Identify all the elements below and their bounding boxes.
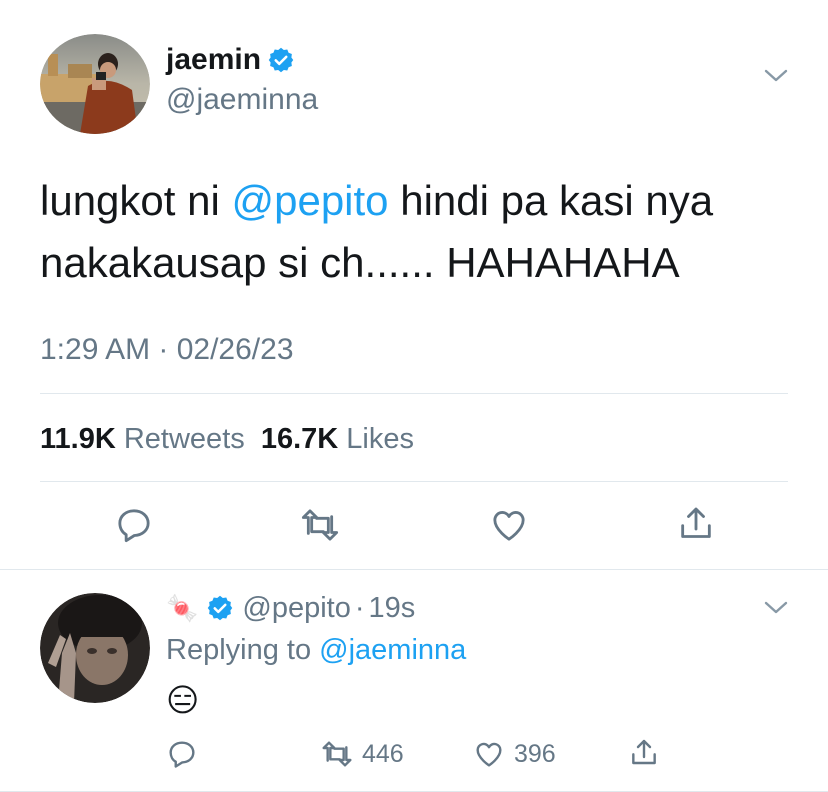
reply-time[interactable]: 19s [369, 592, 416, 625]
author-avatar[interactable] [40, 34, 150, 134]
reply-author-avatar[interactable] [40, 593, 150, 703]
tweet-stats: 11.9K Retweets 16.7K Likes [40, 421, 414, 457]
reply-body-emoji: 😑 [166, 682, 200, 718]
reply-retweet[interactable]: 446 [318, 738, 404, 770]
likes-count: 16.7K [260, 423, 339, 455]
verified-badge-icon [267, 46, 295, 74]
tweet-text-line-1: lungkot ni @pepito hindi pa kasi nya [40, 170, 800, 232]
reply-retweet-count: 446 [362, 739, 404, 768]
replying-to-label: Replying to [166, 634, 312, 666]
like-icon[interactable] [488, 505, 530, 545]
tweet-timestamp[interactable]: 1:29 AM · 02/26/23 [40, 332, 294, 368]
replying-to: Replying to @jaeminna [166, 632, 466, 668]
retweets-label: Retweets [123, 423, 245, 455]
reply-like-count: 396 [514, 739, 556, 768]
reply-menu-chevron-down-icon[interactable] [762, 598, 790, 618]
tweet-menu-chevron-down-icon[interactable] [762, 66, 790, 86]
share-icon[interactable] [676, 503, 716, 545]
mention-link[interactable]: @pepito [231, 177, 388, 224]
author-name[interactable]: jaemin [166, 42, 261, 78]
divider [40, 393, 788, 394]
divider [40, 481, 788, 482]
author-name-row: jaemin [166, 42, 295, 78]
like-icon [472, 738, 506, 770]
reply-like[interactable]: 396 [472, 738, 556, 770]
reply-separator: · [354, 591, 365, 624]
reply-icon[interactable] [166, 738, 198, 770]
verified-badge-icon [206, 594, 234, 622]
likes-label: Likes [346, 423, 414, 455]
tweet-text: lungkot ni @pepito hindi pa kasi nya nak… [40, 170, 800, 294]
retweet-icon [318, 738, 356, 770]
profile-photo-icon [40, 593, 150, 703]
tweet-text-before: lungkot ni [40, 177, 232, 224]
reply-author-name-emoji[interactable]: 🍬 [166, 593, 198, 624]
replying-to-handle[interactable]: @jaeminna [319, 634, 466, 666]
reply-icon[interactable] [114, 505, 154, 545]
reply-header: 🍬 @pepito · 19s [166, 590, 415, 626]
tweet-text-after: hindi pa kasi nya [388, 177, 714, 224]
share-icon[interactable] [628, 736, 660, 770]
retweet-icon[interactable] [298, 505, 342, 545]
likes-stat[interactable]: 16.7K Likes [261, 423, 414, 455]
tweet-text-line-2: nakakausap si ch...... HAHAHAHA [40, 239, 680, 286]
profile-photo-icon [40, 34, 150, 134]
retweets-count: 11.9K [40, 423, 116, 455]
retweets-stat[interactable]: 11.9K Retweets [40, 423, 245, 455]
section-divider [0, 569, 828, 570]
author-handle[interactable]: @jaeminna [166, 82, 318, 118]
reply-author-handle[interactable]: @pepito [242, 592, 350, 625]
